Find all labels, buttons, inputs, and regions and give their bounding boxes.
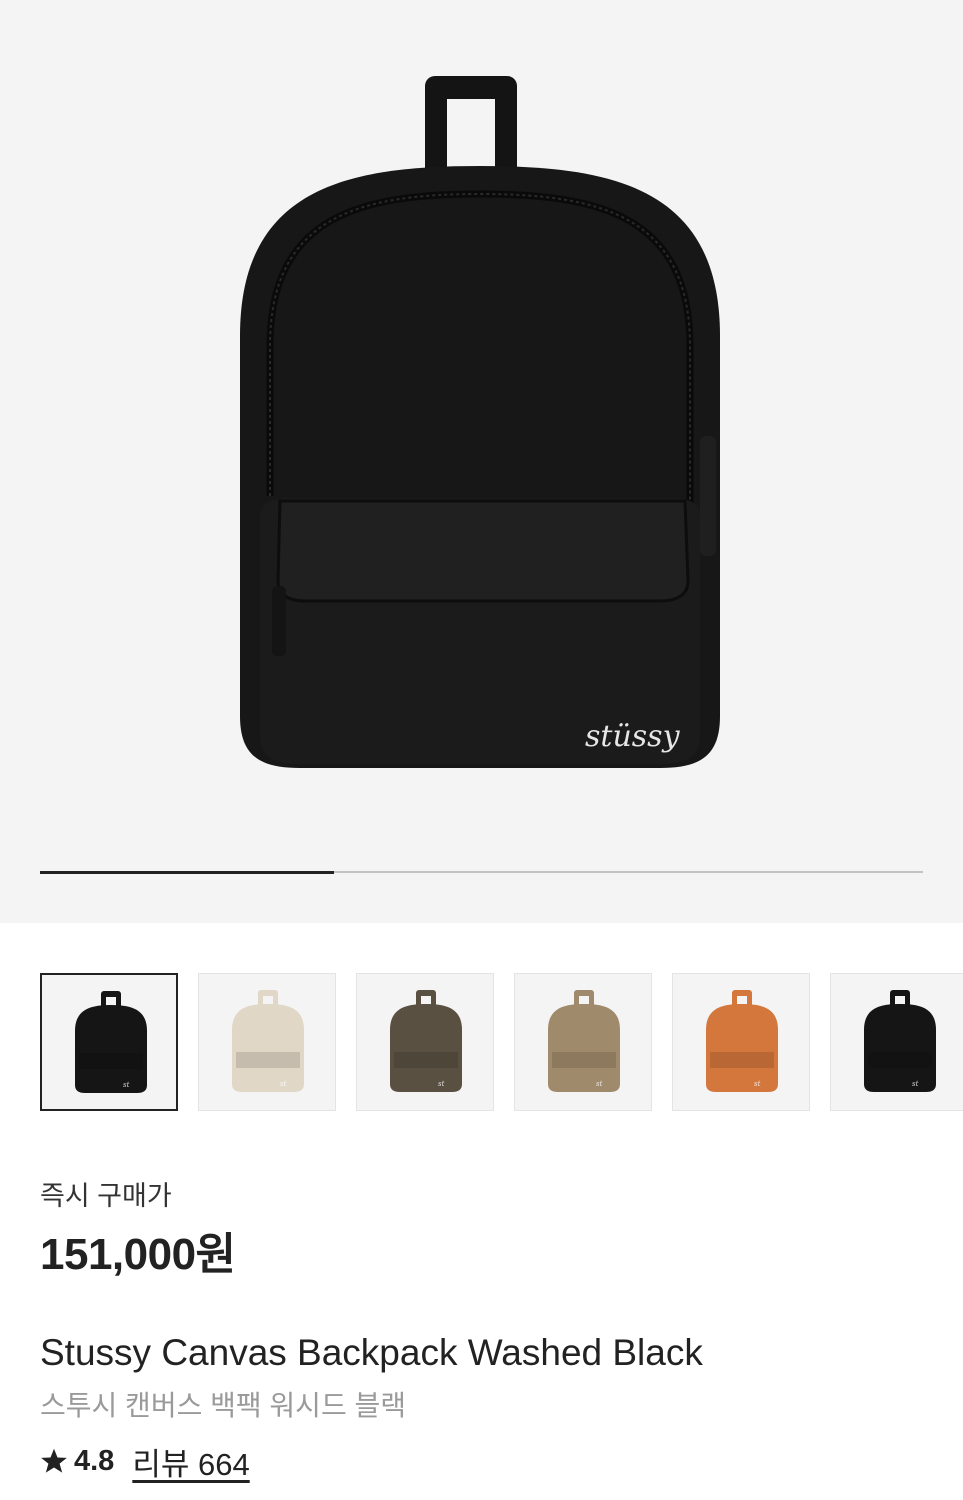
backpack-thumbnail-icon: st <box>75 991 147 1093</box>
thumbnail-strip[interactable]: st st st st st st <box>40 973 963 1111</box>
backpack-thumbnail-icon: st <box>548 990 620 1092</box>
image-progress-fill <box>40 870 335 874</box>
backpack-thumbnail-icon: st <box>864 990 936 1092</box>
backpack-thumbnail-icon: st <box>390 990 462 1092</box>
price-label: 즉시 구매가 <box>40 1181 172 1211</box>
svg-text:stüssy: stüssy <box>585 719 681 754</box>
thumbnail-black[interactable]: st <box>40 973 178 1111</box>
backpack-thumbnail-icon: st <box>706 990 778 1092</box>
product-image-carousel[interactable]: stüssy <box>0 0 963 923</box>
image-progress-bar <box>40 870 923 874</box>
svg-text:st: st <box>754 1080 761 1088</box>
svg-text:st: st <box>438 1080 445 1088</box>
svg-text:st: st <box>912 1080 919 1088</box>
product-title: Stussy Canvas Backpack Washed Black <box>40 1332 703 1373</box>
rating-row: 4.8 리뷰 664 <box>40 1439 250 1484</box>
thumbnail-black[interactable]: st <box>830 973 963 1111</box>
thumbnail-tie-dye[interactable]: st <box>672 973 810 1111</box>
thumbnail-camo-dark[interactable]: st <box>356 973 494 1111</box>
svg-text:st: st <box>596 1080 603 1088</box>
thumbnail-camo-light[interactable]: st <box>514 973 652 1111</box>
rating-value: 4.8 <box>74 1444 115 1477</box>
backpack-image: stüssy <box>240 76 720 768</box>
svg-text:st: st <box>280 1080 287 1088</box>
backpack-thumbnail-icon: st <box>232 990 304 1092</box>
review-count-link[interactable]: 리뷰 664 <box>132 1439 249 1484</box>
price-value: 151,000원 <box>40 1230 236 1279</box>
svg-text:st: st <box>123 1081 130 1089</box>
thumbnail-natural[interactable]: st <box>198 973 336 1111</box>
product-title-korean: 스투시 캔버스 백팩 워시드 블랙 <box>40 1390 406 1421</box>
star-icon <box>41 1448 67 1473</box>
